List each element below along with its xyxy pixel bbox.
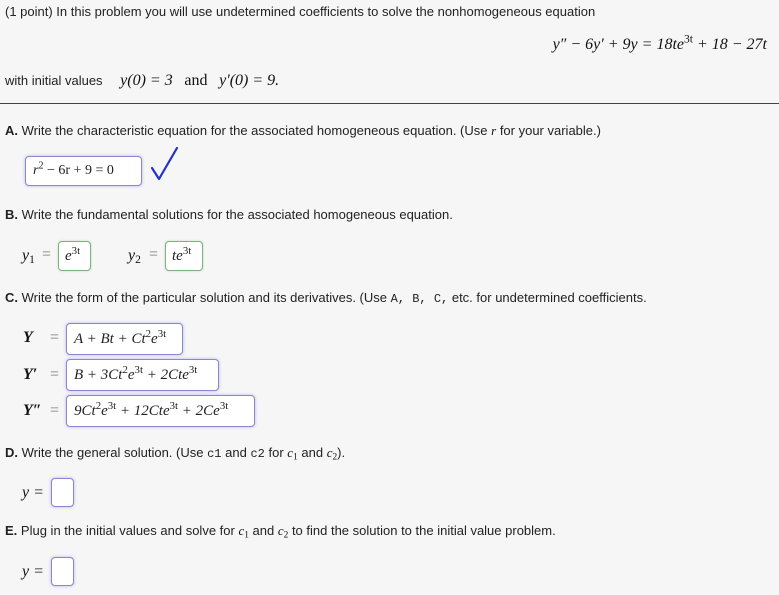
equals-sign: =	[42, 246, 52, 263]
and-text: and	[225, 445, 247, 460]
part-letter: E.	[5, 523, 18, 538]
coefficient-codes: A, B, C,	[390, 292, 449, 306]
Y-double-prime-label: Y″	[23, 402, 42, 419]
c1-symbol: c1	[238, 523, 249, 541]
ivp-solution-label: y =	[22, 563, 44, 580]
c2-symbol: c2	[326, 445, 338, 463]
part-c-prompt: C. Write the form of the particular solu…	[5, 290, 647, 306]
part-b-prompt: B. Write the fundamental solutions for t…	[5, 207, 453, 222]
y1-label: y1	[22, 247, 35, 266]
prompt-text: Plug in the initial values and solve for	[20, 523, 235, 538]
equals-sign: =	[149, 246, 159, 263]
equation-rhs-a: 18te3t	[656, 33, 693, 53]
ivp-solution-input[interactable]	[51, 557, 74, 586]
initial-values-label: with initial values	[5, 73, 103, 88]
part-e-prompt: E. Plug in the initial values and solve …	[5, 523, 556, 541]
for-text: for	[268, 445, 284, 460]
correct-checkmark-icon	[150, 146, 179, 181]
particular-solution-input[interactable]: A + Bt + Ct2e3t	[66, 323, 183, 355]
general-solution-input[interactable]	[51, 478, 74, 507]
code-c2: c2	[250, 447, 265, 461]
prompt-text-end: for your variable.)	[499, 123, 601, 138]
and-text: and	[252, 523, 275, 538]
main-equation: y″ − 6y′ + 9y = 18te3t + 18 − 27t	[552, 33, 767, 54]
initial-value-2: y′(0) = 9.	[219, 72, 280, 89]
part-letter: D.	[5, 445, 18, 460]
part-a-prompt: A. Write the characteristic equation for…	[5, 123, 601, 139]
second-derivative-input[interactable]: 9Ct2e3t + 12Cte3t + 2Ce3t	[66, 395, 255, 427]
first-derivative-input[interactable]: B + 3Ct2e3t + 2Cte3t	[66, 359, 219, 391]
part-letter: A.	[5, 123, 18, 138]
variable-r: r	[491, 123, 497, 138]
exponent: 3t	[683, 33, 693, 46]
and-text: and	[301, 445, 324, 460]
divider	[0, 103, 779, 104]
Y-label: Y	[23, 329, 33, 346]
prompt-text: Write the general solution. (Use	[21, 445, 204, 460]
part-letter: B.	[5, 207, 18, 222]
initial-values-line: with initial values y(0) = 3 and y′(0) =…	[5, 72, 279, 90]
y1-input[interactable]: e3t	[58, 241, 91, 271]
equation-lhs: y″ − 6y′ + 9y =	[552, 36, 653, 53]
prompt-end: ).	[337, 445, 346, 460]
part-d-prompt: D. Write the general solution. (Use c1 a…	[5, 445, 346, 463]
code-c1: c1	[207, 447, 222, 461]
equals-sign: =	[50, 366, 60, 383]
y2-label: y2	[128, 247, 141, 266]
initial-and: and	[184, 72, 208, 89]
prompt-text: Write the characteristic equation for th…	[21, 123, 488, 138]
part-letter: C.	[5, 290, 18, 305]
prompt-text: Write the fundamental solutions for the …	[21, 207, 453, 222]
c2-symbol: c2	[277, 523, 289, 541]
c1-symbol: c1	[287, 445, 298, 463]
equals-sign: =	[50, 402, 60, 419]
initial-value-1: y(0) = 3	[120, 72, 173, 89]
equation-rhs-b: + 18 − 27t	[696, 36, 767, 53]
y2-input[interactable]: te3t	[165, 241, 203, 271]
problem-intro: (1 point) In this problem you will use u…	[5, 4, 596, 19]
prompt-text: Write the form of the particular solutio…	[21, 290, 387, 305]
general-solution-label: y =	[22, 484, 44, 501]
Y-prime-label: Y′	[23, 366, 38, 383]
characteristic-equation-input[interactable]: r2 − 6r + 9 = 0	[25, 156, 142, 186]
equals-sign: =	[50, 329, 60, 346]
prompt-text-end: etc. for undetermined coefficients.	[451, 290, 647, 305]
prompt-text-end: to find the solution to the initial valu…	[291, 523, 556, 538]
